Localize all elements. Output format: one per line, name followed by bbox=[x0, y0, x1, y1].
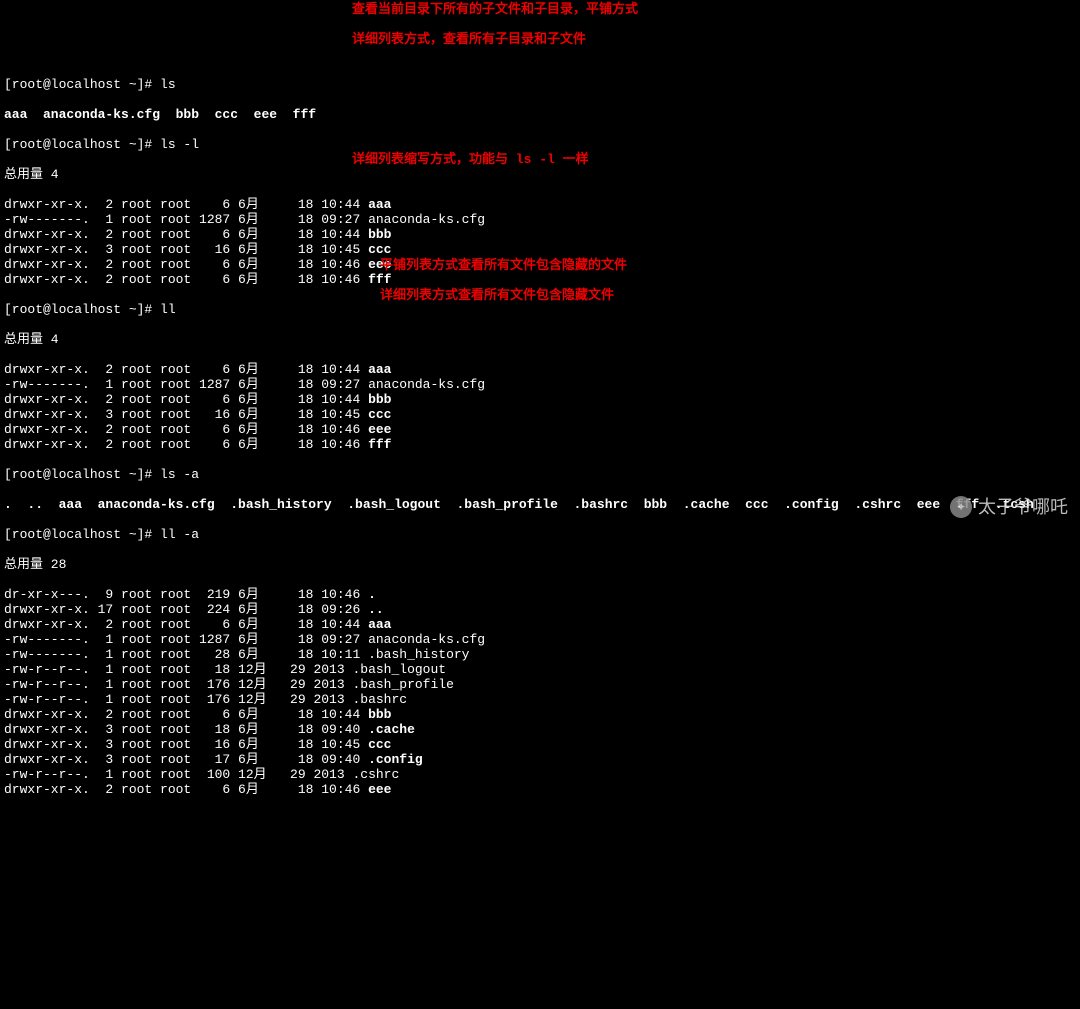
file-row: drwxr-xr-x. 3 root root 18 6月 18 09:40 .… bbox=[4, 722, 1076, 737]
file-name: .. bbox=[368, 602, 384, 617]
file-name: .bash_profile bbox=[352, 677, 453, 692]
file-row: drwxr-xr-x. 3 root root 16 6月 18 10:45 c… bbox=[4, 242, 1076, 257]
watermark: ✦ 太子爷哪吒 bbox=[950, 496, 1068, 518]
total-line: 总用量 4 bbox=[4, 332, 1076, 347]
file-name: anaconda-ks.cfg bbox=[368, 377, 485, 392]
prompt: [root@localhost ~]# bbox=[4, 527, 160, 542]
file-row: -rw-r--r--. 1 root root 18 12月 29 2013 .… bbox=[4, 662, 1076, 677]
prompt: [root@localhost ~]# bbox=[4, 77, 160, 92]
file-name: .bashrc bbox=[352, 692, 407, 707]
total-line: 总用量 4 bbox=[4, 167, 1076, 182]
file-row: drwxr-xr-x. 3 root root 16 6月 18 10:45 c… bbox=[4, 737, 1076, 752]
ls-a-output: . .. aaa anaconda-ks.cfg .bash_history .… bbox=[4, 497, 1034, 512]
ls-output: aaa anaconda-ks.cfg bbb ccc eee fff bbox=[4, 107, 316, 122]
file-row: -rw-r--r--. 1 root root 176 12月 29 2013 … bbox=[4, 677, 1076, 692]
file-name: aaa bbox=[368, 197, 391, 212]
file-row: drwxr-xr-x. 2 root root 6 6月 18 10:46 ff… bbox=[4, 272, 1076, 287]
file-row: -rw-------. 1 root root 28 6月 18 10:11 .… bbox=[4, 647, 1076, 662]
file-name: eee bbox=[368, 782, 391, 797]
file-row: drwxr-xr-x. 2 root root 6 6月 18 10:44 bb… bbox=[4, 392, 1076, 407]
file-name: . bbox=[368, 587, 376, 602]
file-name: anaconda-ks.cfg bbox=[368, 632, 485, 647]
file-name: fff bbox=[368, 437, 391, 452]
cmd-ll-a: ll -a bbox=[160, 527, 199, 542]
file-row: drwxr-xr-x. 2 root root 6 6月 18 10:46 ee… bbox=[4, 422, 1076, 437]
wechat-icon: ✦ bbox=[950, 496, 972, 518]
file-row: -rw-r--r--. 1 root root 176 12月 29 2013 … bbox=[4, 692, 1076, 707]
ll-a-listing: dr-xr-x---. 9 root root 219 6月 18 10:46 … bbox=[4, 587, 1076, 797]
watermark-text: 太子爷哪吒 bbox=[978, 500, 1068, 515]
cmd-ls-l: ls -l bbox=[160, 137, 199, 152]
file-row: drwxr-xr-x. 3 root root 16 6月 18 10:45 c… bbox=[4, 407, 1076, 422]
file-row: drwxr-xr-x. 2 root root 6 6月 18 10:44 aa… bbox=[4, 197, 1076, 212]
file-row: drwxr-xr-x. 17 root root 224 6月 18 09:26… bbox=[4, 602, 1076, 617]
file-row: -rw-r--r--. 1 root root 100 12月 29 2013 … bbox=[4, 767, 1076, 782]
file-name: eee bbox=[368, 422, 391, 437]
file-name: ccc bbox=[368, 737, 391, 752]
cmd-ls-a: ls -a bbox=[160, 467, 199, 482]
cmd-ls: ls bbox=[160, 77, 176, 92]
annotation-ll-a: 详细列表方式查看所有文件包含隐藏文件 bbox=[380, 288, 614, 303]
file-name: ccc bbox=[368, 242, 391, 257]
file-name: bbb bbox=[368, 392, 391, 407]
file-name: .config bbox=[368, 752, 423, 767]
file-name: bbb bbox=[368, 227, 391, 242]
annotation-ls-a: 平铺列表方式查看所有文件包含隐藏的文件 bbox=[380, 258, 627, 273]
file-name: fff bbox=[368, 272, 391, 287]
prompt: [root@localhost ~]# bbox=[4, 467, 160, 482]
file-name: bbb bbox=[368, 707, 391, 722]
file-name: ccc bbox=[368, 407, 391, 422]
cmd-ll: ll bbox=[160, 302, 176, 317]
file-row: drwxr-xr-x. 2 root root 6 6月 18 10:46 ff… bbox=[4, 437, 1076, 452]
terminal[interactable]: [root@localhost ~]# ls aaa anaconda-ks.c… bbox=[0, 60, 1080, 814]
file-name: aaa bbox=[368, 617, 391, 632]
ll-listing: drwxr-xr-x. 2 root root 6 6月 18 10:44 aa… bbox=[4, 362, 1076, 452]
file-name: anaconda-ks.cfg bbox=[368, 212, 485, 227]
annotation-ll: 详细列表缩写方式，功能与 ls -l 一样 bbox=[352, 152, 589, 167]
file-name: .cshrc bbox=[352, 767, 399, 782]
file-name: aaa bbox=[368, 362, 391, 377]
file-name: .bash_history bbox=[368, 647, 469, 662]
file-row: -rw-------. 1 root root 1287 6月 18 09:27… bbox=[4, 212, 1076, 227]
prompt: [root@localhost ~]# bbox=[4, 302, 160, 317]
file-row: drwxr-xr-x. 2 root root 6 6月 18 10:44 bb… bbox=[4, 707, 1076, 722]
file-name: .bash_logout bbox=[352, 662, 446, 677]
file-row: -rw-------. 1 root root 1287 6月 18 09:27… bbox=[4, 377, 1076, 392]
ls-l-listing: drwxr-xr-x. 2 root root 6 6月 18 10:44 aa… bbox=[4, 197, 1076, 287]
file-row: drwxr-xr-x. 2 root root 6 6月 18 10:44 bb… bbox=[4, 227, 1076, 242]
total-line: 总用量 28 bbox=[4, 557, 1076, 572]
file-row: drwxr-xr-x. 3 root root 17 6月 18 09:40 .… bbox=[4, 752, 1076, 767]
annotation-ls: 查看当前目录下所有的子文件和子目录，平铺方式 bbox=[352, 2, 638, 17]
prompt: [root@localhost ~]# bbox=[4, 137, 160, 152]
annotation-ls-l: 详细列表方式，查看所有子目录和子文件 bbox=[352, 32, 586, 47]
file-row: -rw-------. 1 root root 1287 6月 18 09:27… bbox=[4, 632, 1076, 647]
file-row: dr-xr-x---. 9 root root 219 6月 18 10:46 … bbox=[4, 587, 1076, 602]
file-row: drwxr-xr-x. 2 root root 6 6月 18 10:46 ee… bbox=[4, 782, 1076, 797]
file-name: .cache bbox=[368, 722, 415, 737]
file-row: drwxr-xr-x. 2 root root 6 6月 18 10:44 aa… bbox=[4, 617, 1076, 632]
file-row: drwxr-xr-x. 2 root root 6 6月 18 10:44 aa… bbox=[4, 362, 1076, 377]
